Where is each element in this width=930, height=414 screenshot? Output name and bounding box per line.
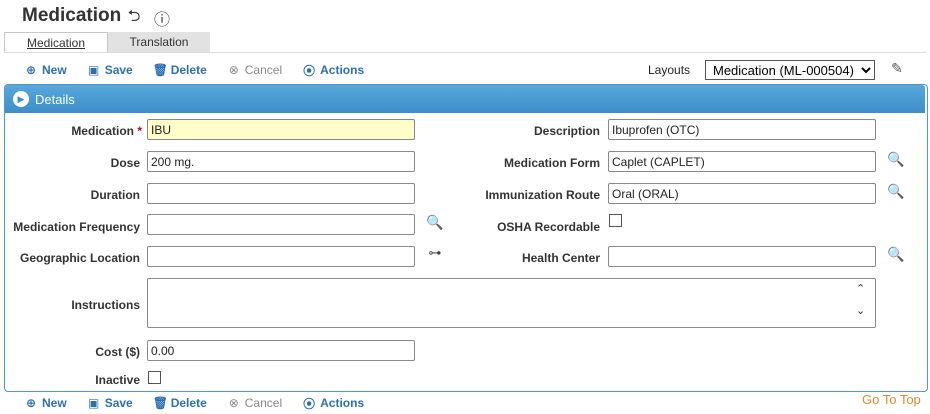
medication-input[interactable] [147, 119, 415, 140]
tab-translation[interactable]: Translation [108, 32, 210, 52]
actions-button[interactable]: ⦿ Actions [302, 62, 364, 79]
description-input[interactable] [608, 119, 876, 140]
frequency-label: Medication Frequency [13, 220, 140, 234]
osha-checkbox[interactable] [609, 214, 622, 227]
health-center-input[interactable] [608, 246, 876, 267]
instructions-label: Instructions [71, 298, 140, 312]
return-icon[interactable]: ⮌ [124, 8, 144, 28]
medication-label: Medication * [71, 124, 142, 138]
cost-label: Cost ($) [95, 345, 140, 359]
frequency-search-icon[interactable]: 🔍 [426, 213, 444, 231]
play-circle-icon: ⦿ [303, 63, 316, 78]
scroll-up-icon[interactable]: ⌃ [856, 282, 865, 295]
immunization-route-label: Immunization Route [485, 188, 600, 202]
dose-label: Dose [110, 156, 140, 170]
osha-label: OSHA Recordable [497, 220, 600, 234]
layouts-select[interactable]: Medication (ML-000504) [705, 60, 875, 80]
inactive-label: Inactive [95, 373, 140, 387]
frequency-input[interactable] [147, 214, 415, 235]
tab-medication[interactable]: Medication [4, 32, 108, 53]
delete-button-bottom[interactable]: 🗑 Delete [153, 396, 207, 410]
tab-divider [4, 52, 926, 53]
immunization-route-search-icon[interactable]: 🔍 [887, 182, 905, 200]
hierarchy-tree-icon[interactable]: ⊶ [425, 245, 445, 263]
trash-icon: 🗑 [152, 63, 168, 77]
top-toolbar: ⊕ New ▣ Save 🗑 Delete ⊗ Cancel ⦿ Actions [24, 61, 384, 79]
collapse-icon: ▶ [13, 91, 29, 107]
pin-layout-icon[interactable]: ✎ [886, 60, 908, 80]
plus-icon: ⊕ [25, 63, 37, 77]
duration-input[interactable] [147, 183, 415, 204]
inactive-checkbox[interactable] [148, 371, 161, 384]
play-circle-icon: ⦿ [303, 396, 316, 411]
med-form-input[interactable] [608, 151, 876, 172]
dose-input[interactable] [147, 151, 415, 172]
new-button-bottom[interactable]: ⊕ New [24, 396, 67, 410]
geo-location-label: Geographic Location [19, 251, 140, 265]
delete-button[interactable]: 🗑 Delete [153, 63, 207, 77]
cancel-icon: ⊗ [228, 63, 239, 77]
cancel-icon: ⊗ [228, 396, 239, 410]
save-icon: ▣ [88, 396, 100, 410]
med-form-search-icon[interactable]: 🔍 [887, 150, 905, 168]
health-center-search-icon[interactable]: 🔍 [887, 245, 905, 263]
bottom-toolbar: ⊕ New ▣ Save 🗑 Delete ⊗ Cancel ⦿ Actions [24, 394, 384, 412]
trash-icon: 🗑 [152, 396, 168, 410]
cancel-button-bottom[interactable]: ⊗ Cancel [227, 396, 282, 410]
go-to-top-link[interactable]: Go To Top [862, 392, 921, 407]
details-panel-header[interactable]: ▶ Details [5, 85, 925, 113]
duration-label: Duration [90, 188, 140, 202]
new-button[interactable]: ⊕ New [24, 63, 67, 77]
instructions-textarea[interactable] [147, 278, 876, 328]
save-button[interactable]: ▣ Save [87, 63, 133, 77]
save-icon: ▣ [88, 63, 100, 77]
cost-input[interactable] [147, 340, 415, 361]
cancel-button[interactable]: ⊗ Cancel [227, 63, 282, 77]
geo-location-input[interactable] [147, 246, 415, 267]
med-form-label: Medication Form [503, 156, 600, 170]
info-icon[interactable]: ⓘ [152, 8, 172, 29]
layouts-label: Layouts [648, 63, 691, 77]
save-button-bottom[interactable]: ▣ Save [87, 396, 133, 410]
actions-button-bottom[interactable]: ⦿ Actions [302, 395, 364, 412]
scroll-down-icon[interactable]: ⌄ [856, 304, 865, 317]
plus-icon: ⊕ [25, 396, 37, 410]
description-label: Description [533, 124, 600, 138]
immunization-route-input[interactable] [608, 183, 876, 204]
health-center-label: Health Center [521, 251, 600, 265]
page-title: Medication [22, 5, 122, 26]
